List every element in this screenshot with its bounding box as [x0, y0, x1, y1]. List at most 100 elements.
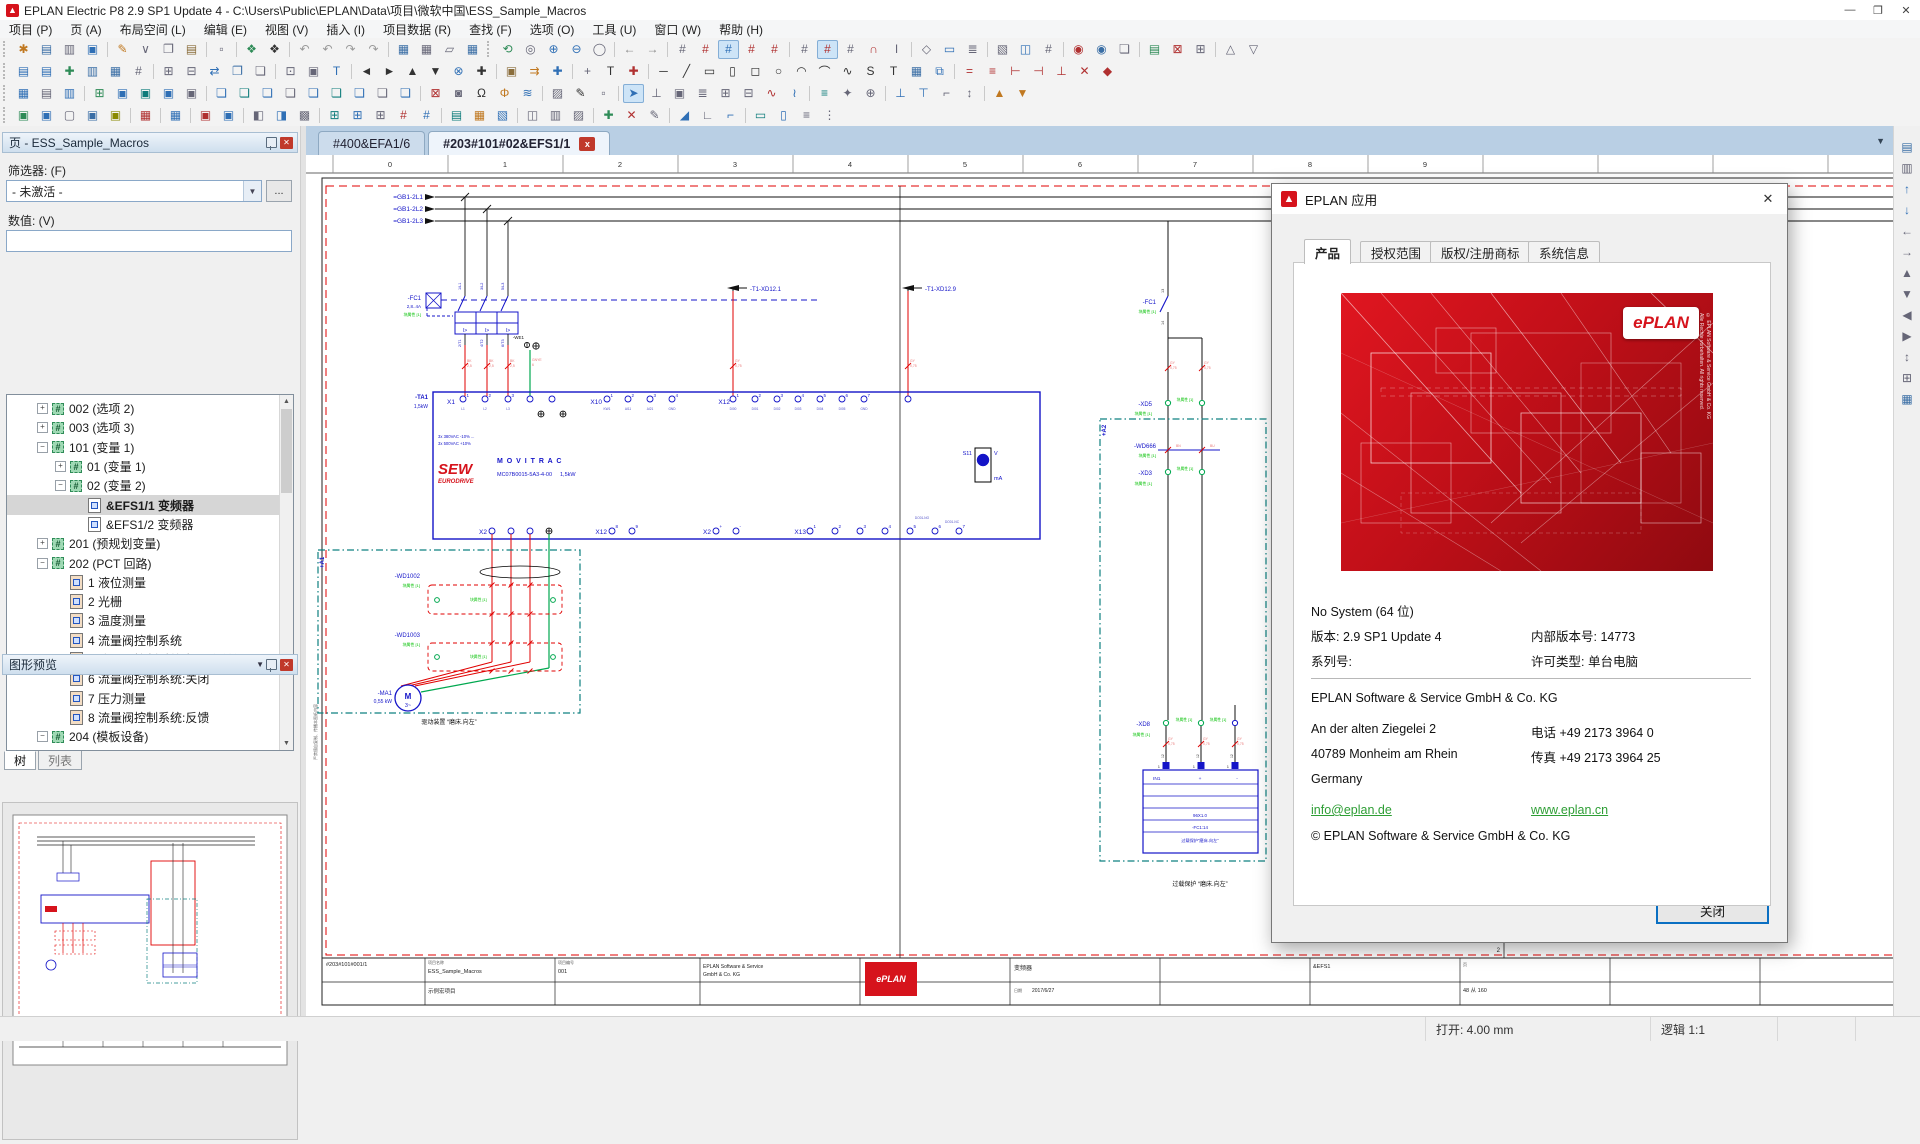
zoom-in-icon[interactable]: ⊕: [543, 40, 564, 59]
jump-icon[interactable]: ⊗: [448, 62, 469, 81]
list-icon[interactable]: ≣: [962, 40, 983, 59]
ibeam-icon[interactable]: I: [886, 40, 907, 59]
expand-icon[interactable]: +: [37, 538, 48, 550]
page-tree[interactable]: + #002 (选项 2) + #003 (选项 3) − #101 (变量 1) + #01…: [6, 394, 294, 751]
collapse-icon[interactable]: ▼: [256, 660, 264, 669]
rows-teal-icon[interactable]: ▤: [446, 106, 467, 125]
panel-close-icon[interactable]: ✕: [280, 136, 293, 149]
collapse-icon[interactable]: −: [37, 557, 48, 569]
win-blue-icon[interactable]: ▣: [112, 84, 133, 103]
properties-icon[interactable]: ✎: [112, 40, 133, 59]
pin-icon[interactable]: [266, 137, 277, 150]
up-shape-icon[interactable]: △: [1220, 40, 1241, 59]
tree-item[interactable]: 8 流量阀控制系统:反馈: [7, 708, 281, 727]
split-right-icon[interactable]: ◨: [271, 106, 292, 125]
down-icon[interactable]: ▼: [425, 62, 446, 81]
circle-icon[interactable]: ○: [768, 62, 789, 81]
fit-window-icon[interactable]: ⊞: [1897, 368, 1918, 387]
tree-item[interactable]: − #204 (模板设备): [7, 727, 281, 746]
phi-icon[interactable]: Φ: [494, 84, 515, 103]
down-shape-icon[interactable]: ▽: [1243, 40, 1264, 59]
expand-icon[interactable]: +: [37, 422, 48, 434]
minimize-button[interactable]: —: [1836, 1, 1864, 20]
tools-icon[interactable]: ✦: [837, 84, 858, 103]
insert-plus-icon[interactable]: ✚: [547, 62, 568, 81]
tree-item[interactable]: 2 光栅: [7, 592, 281, 611]
fit-height-icon[interactable]: ↕: [1897, 347, 1918, 366]
filter-browse-button[interactable]: ...: [266, 180, 292, 202]
dock-5-icon[interactable]: ❏: [303, 84, 324, 103]
prev-page-icon[interactable]: ◀: [1897, 305, 1918, 324]
rect-2-icon[interactable]: ▯: [722, 62, 743, 81]
format-paint-icon[interactable]: ❖: [241, 40, 262, 59]
menu-item[interactable]: 布局空间 (L): [111, 20, 195, 38]
pin-right-icon[interactable]: ⊣: [1028, 62, 1049, 81]
page-props-icon[interactable]: ▥: [82, 62, 103, 81]
menu-item[interactable]: 编辑 (E): [195, 20, 256, 38]
dock-3-icon[interactable]: ❏: [257, 84, 278, 103]
corner-icon[interactable]: ⌐: [936, 84, 957, 103]
corner-2-icon[interactable]: ⌐: [720, 106, 741, 125]
tree-scrollbar[interactable]: ▲ ▼: [279, 395, 293, 750]
angle-icon[interactable]: ∟: [697, 106, 718, 125]
remove-icon[interactable]: ✕: [621, 106, 642, 125]
dialog-tab-3[interactable]: 系统信息: [1528, 241, 1601, 263]
right-icon[interactable]: ►: [379, 62, 400, 81]
edit-icon[interactable]: ✎: [570, 84, 591, 103]
tree-item[interactable]: − #202 (PCT 回路): [7, 553, 281, 572]
overview-icon[interactable]: ▦: [1897, 389, 1918, 408]
split-grid-icon[interactable]: ▩: [294, 106, 315, 125]
close-icon[interactable]: ▥: [59, 40, 80, 59]
bar-teal-icon[interactable]: ▭: [750, 106, 771, 125]
document-tab[interactable]: #203#101#02&EFS1/1 x: [428, 131, 611, 155]
print-icon[interactable]: ▣: [82, 40, 103, 59]
delete-cell-icon[interactable]: ⊠: [1167, 40, 1188, 59]
grid-gray-icon[interactable]: ⊞: [370, 106, 391, 125]
hatch-icon[interactable]: ▧: [992, 40, 1013, 59]
bar-blue-icon[interactable]: ▯: [773, 106, 794, 125]
dropdown-icon[interactable]: ∨: [135, 40, 156, 59]
win-gray-icon[interactable]: ▣: [181, 84, 202, 103]
red-cross-icon[interactable]: ✚: [623, 62, 644, 81]
magnet-icon[interactable]: ∩: [863, 40, 884, 59]
image-frame-icon[interactable]: ▦: [906, 62, 927, 81]
scroll-left-icon[interactable]: ←: [1897, 221, 1918, 240]
win-red-icon[interactable]: ▣: [195, 106, 216, 125]
arc-icon[interactable]: ◠: [791, 62, 812, 81]
coords-icon[interactable]: +: [577, 62, 598, 81]
win-dot-icon[interactable]: ▣: [82, 106, 103, 125]
dock-9-icon[interactable]: ❏: [395, 84, 416, 103]
break-icon[interactable]: ✕: [1074, 62, 1095, 81]
up-icon[interactable]: ▲: [402, 62, 423, 81]
tri-up-icon[interactable]: ▲: [989, 84, 1010, 103]
connector-icon[interactable]: =: [959, 62, 980, 81]
layer-mgr-icon[interactable]: ≡: [814, 84, 835, 103]
text-icon[interactable]: T: [600, 62, 621, 81]
grid-d-icon[interactable]: #: [741, 40, 762, 59]
scroll-down-icon[interactable]: ↓: [1897, 200, 1918, 219]
dock-6-icon[interactable]: ❏: [326, 84, 347, 103]
win-next-icon[interactable]: ▣: [36, 106, 57, 125]
ungroup-icon[interactable]: ⊟: [738, 84, 759, 103]
maximize-button[interactable]: ❐: [1864, 1, 1892, 20]
dialog-tab-1[interactable]: 授权范围: [1360, 241, 1433, 263]
marquee-icon[interactable]: ▫: [211, 40, 232, 59]
v-resize-icon[interactable]: ↕: [959, 84, 980, 103]
back-icon[interactable]: ←: [619, 40, 640, 59]
win-table-icon[interactable]: ▦: [165, 106, 186, 125]
text-tool-icon[interactable]: T: [326, 62, 347, 81]
pages-panel-header[interactable]: 页 - ESS_Sample_Macros ✕: [2, 132, 298, 153]
goto-icon[interactable]: ⇉: [524, 62, 545, 81]
zoom-window-icon[interactable]: ◎: [520, 40, 541, 59]
wire-wave-icon[interactable]: ∿: [761, 84, 782, 103]
page-table-icon[interactable]: ▦: [105, 62, 126, 81]
new-icon[interactable]: ✱: [13, 40, 34, 59]
win-teal-icon[interactable]: ▣: [135, 84, 156, 103]
link-icon[interactable]: ⧉: [929, 62, 950, 81]
diag-icon[interactable]: ▨: [568, 106, 589, 125]
dock-2-icon[interactable]: ❏: [234, 84, 255, 103]
symbol-icon[interactable]: ◇: [916, 40, 937, 59]
win-new-icon[interactable]: ▣: [13, 106, 34, 125]
grid-view-icon[interactable]: ▦: [462, 40, 483, 59]
ghost-box-icon[interactable]: ▫: [593, 84, 614, 103]
